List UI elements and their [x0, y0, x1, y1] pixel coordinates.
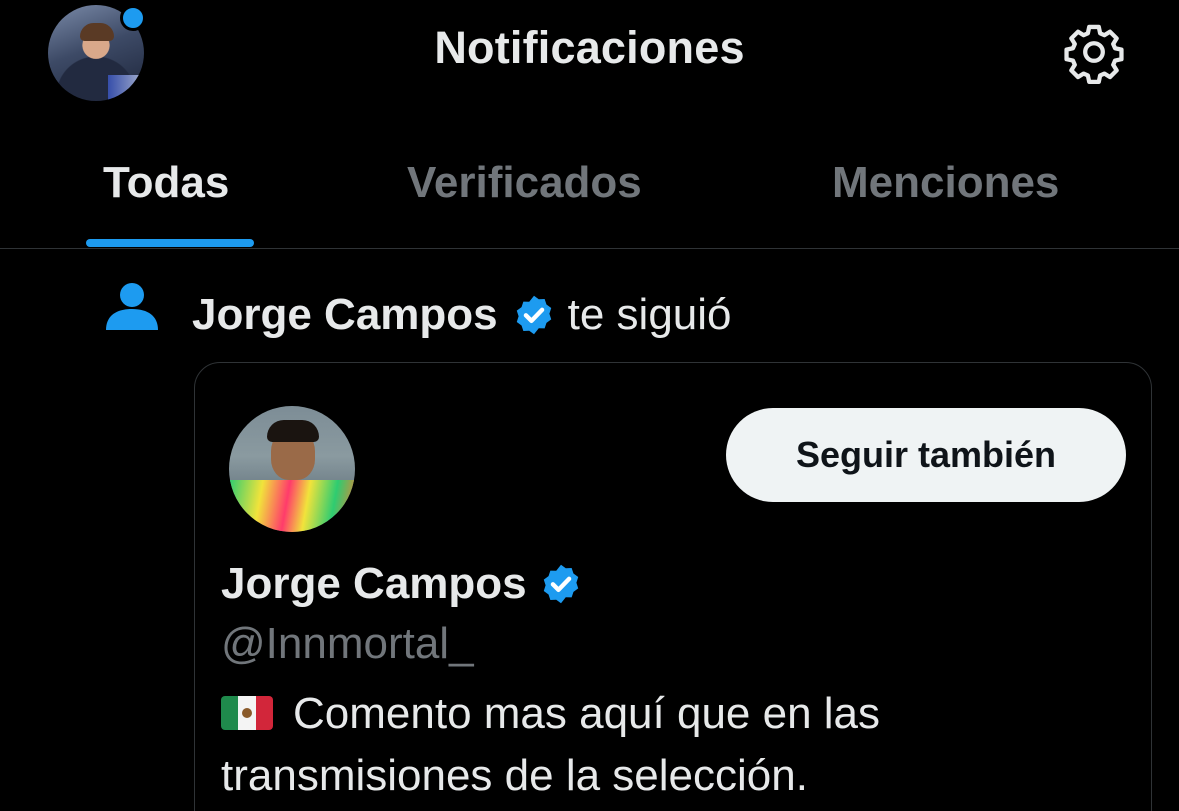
user-name-text[interactable]: Jorge Campos — [221, 559, 527, 609]
user-card[interactable]: Seguir también Jorge Campos @Innmortal_ … — [194, 362, 1152, 811]
user-avatar[interactable] — [229, 406, 355, 532]
notification-actor-name[interactable]: Jorge Campos — [192, 290, 498, 340]
tabs-divider — [0, 248, 1179, 249]
bio-line-2: transmisiones de la selección. — [221, 751, 808, 800]
user-handle: @Innmortal_ — [221, 619, 474, 668]
tab-todas[interactable]: Todas — [103, 158, 229, 208]
gear-icon — [1064, 24, 1124, 84]
notification-tabs: Todas Verificados Menciones — [0, 120, 1179, 249]
bio-line-1: Comento mas aquí que en las — [293, 689, 881, 738]
follow-back-button[interactable]: Seguir también — [726, 408, 1126, 502]
verified-badge-icon — [539, 562, 583, 606]
follow-notification[interactable]: Jorge Campos te siguió — [0, 282, 1179, 352]
active-tab-indicator — [86, 239, 254, 247]
notification-text: Jorge Campos te siguió — [192, 290, 732, 340]
mexico-flag-icon — [221, 696, 273, 730]
verified-badge-icon — [512, 293, 556, 337]
user-bio: Comento mas aquí que en las transmisione… — [221, 683, 1121, 807]
page-title: Notificaciones — [434, 22, 745, 73]
settings-button[interactable] — [1060, 18, 1128, 86]
user-display-name: Jorge Campos — [221, 559, 583, 609]
person-icon — [106, 283, 158, 330]
tab-verificados[interactable]: Verificados — [407, 158, 642, 208]
tab-menciones[interactable]: Menciones — [832, 158, 1059, 208]
top-bar: Notificaciones — [0, 0, 1179, 110]
notifications-screen: Notificaciones Todas Verificados Mencion… — [0, 0, 1179, 811]
notification-action: te siguió — [567, 290, 732, 339]
